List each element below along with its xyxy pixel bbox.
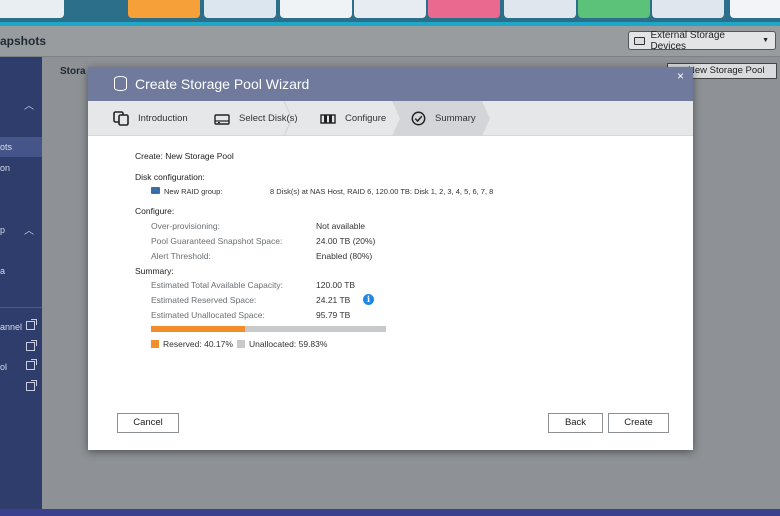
back-button[interactable]: Back	[548, 413, 603, 433]
capacity-bar	[151, 326, 386, 332]
dock-app-icon[interactable]	[428, 0, 500, 18]
create-button[interactable]: Create	[608, 413, 669, 433]
sidebar-item-snapshots[interactable]: ots	[0, 142, 12, 152]
dock-app-icon[interactable]	[204, 0, 276, 18]
disk-icon	[214, 113, 230, 125]
storage-pool-icon	[114, 76, 127, 91]
dialog-header: Create Storage Pool Wizard ×	[88, 67, 693, 101]
raid-group-icon	[151, 187, 160, 194]
info-icon[interactable]: i	[363, 294, 374, 305]
dock-app-icon[interactable]	[280, 0, 352, 18]
unallocated-legend-label: Unallocated: 59.83%	[249, 339, 328, 349]
caret-down-icon: ▼	[762, 37, 769, 44]
step-summary: Summary	[411, 101, 476, 136]
step-label: Configure	[345, 113, 387, 124]
dialog-title: Create Storage Pool Wizard	[135, 76, 310, 92]
app-dock-strip	[0, 0, 780, 22]
raid-group-label: New RAID group:	[164, 187, 223, 196]
alert-threshold-value: Enabled (80%)	[316, 251, 373, 261]
external-storage-dropdown[interactable]: External Storage Devices ▼	[628, 29, 776, 52]
step-configure: Configure	[320, 101, 386, 136]
unallocated-legend-swatch	[237, 340, 245, 348]
copy-icon	[113, 111, 129, 126]
cancel-button[interactable]: Cancel	[117, 413, 179, 433]
raid-group-value: 8 Disk(s) at NAS Host, RAID 6, 120.00 TB…	[270, 187, 494, 196]
reserved-legend-label: Reserved: 40.17%	[163, 339, 233, 349]
reserved-bar-fill	[151, 326, 246, 332]
configure-heading: Configure:	[135, 206, 175, 216]
check-circle-icon	[411, 111, 426, 126]
step-label: Introduction	[138, 113, 188, 124]
chevron-up-icon[interactable]: ︿	[24, 222, 34, 237]
external-link-icon[interactable]	[26, 319, 37, 330]
dock-app-icon[interactable]	[730, 0, 780, 18]
total-capacity-value: 120.00 TB	[316, 280, 356, 290]
over-provisioning-value: Not available	[316, 221, 366, 231]
dock-app-icon[interactable]	[652, 0, 724, 18]
dock-app-icon[interactable]	[128, 0, 200, 18]
over-provisioning-label: Over-provisioning:	[151, 221, 220, 231]
reserved-space-value: 24.21 TB	[316, 295, 351, 305]
total-capacity-label: Estimated Total Available Capacity:	[151, 280, 283, 290]
external-storage-label: External Storage Devices	[650, 29, 725, 52]
dock-app-icon[interactable]	[504, 0, 576, 18]
sidebar-item[interactable]: ol	[0, 362, 7, 372]
dock-app-icon[interactable]	[354, 0, 426, 18]
step-label: Summary	[435, 113, 476, 124]
external-drive-icon	[634, 36, 646, 45]
sidebar-item[interactable]: on	[0, 163, 10, 173]
external-link-icon[interactable]	[26, 359, 37, 370]
wizard-steps: Introduction Select Disk(s) Configure Su…	[88, 101, 693, 136]
step-select-disks: Select Disk(s)	[214, 101, 298, 136]
bottom-bar	[0, 509, 780, 516]
snapshot-space-label: Pool Guaranteed Snapshot Space:	[151, 236, 283, 246]
step-introduction: Introduction	[113, 101, 188, 136]
disk-config-heading: Disk configuration:	[135, 172, 205, 182]
create-line: Create: New Storage Pool	[135, 151, 234, 161]
dock-app-icon[interactable]	[0, 0, 64, 18]
sidebar-item[interactable]: p	[0, 225, 5, 235]
step-label: Select Disk(s)	[239, 113, 298, 124]
alert-threshold-label: Alert Threshold:	[151, 251, 211, 261]
reserved-legend-swatch	[151, 340, 159, 348]
external-link-icon[interactable]	[26, 380, 37, 391]
page-title: Stora	[60, 66, 86, 77]
summary-heading: Summary:	[135, 266, 174, 276]
raid-config-icon	[320, 113, 336, 124]
unallocated-space-label: Estimated Unallocated Space:	[151, 310, 265, 320]
app-header: apshots External Storage Devices ▼	[0, 26, 780, 57]
reserved-space-label: Estimated Reserved Space:	[151, 295, 257, 305]
sidebar-item-channel[interactable]: annel	[0, 322, 22, 332]
dock-app-icon[interactable]	[578, 0, 650, 18]
sidebar-divider	[0, 307, 42, 308]
snapshot-space-value: 24.00 TB (20%)	[316, 236, 376, 246]
unallocated-space-value: 95.79 TB	[316, 310, 351, 320]
create-storage-pool-dialog: Create Storage Pool Wizard × Introductio…	[88, 67, 693, 450]
close-icon[interactable]: ×	[677, 69, 684, 83]
chevron-up-icon[interactable]: ︿	[24, 97, 34, 112]
sidebar: ︿ ots on p ︿ a annel ol	[0, 57, 42, 516]
app-title: apshots	[0, 34, 47, 48]
external-link-icon[interactable]	[26, 340, 37, 351]
sidebar-item[interactable]: a	[0, 266, 5, 276]
